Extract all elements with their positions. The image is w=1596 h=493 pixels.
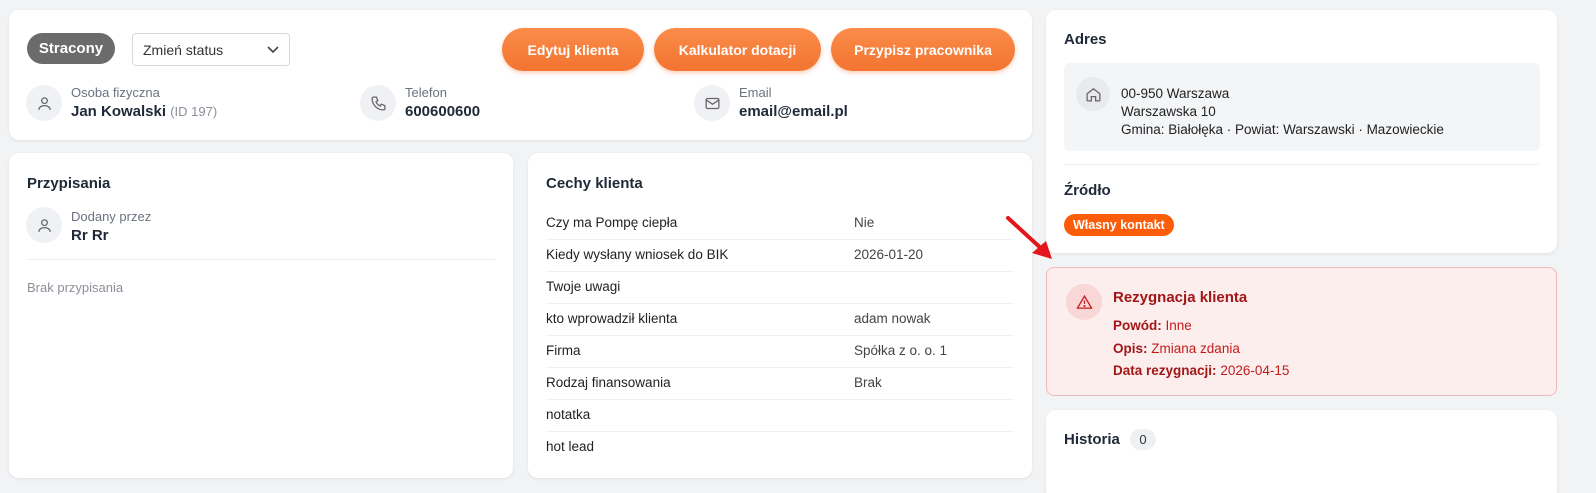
feature-row-divider <box>546 399 1014 400</box>
address-title: Adres <box>1064 31 1107 48</box>
feature-row-value: adam nowak <box>854 311 931 326</box>
assign-employee-button[interactable]: Przypisz pracownika <box>831 28 1015 71</box>
status-select[interactable]: Zmień status <box>132 33 290 66</box>
client-features-card: Cechy klienta Czy ma Pompę ciepła Nie Kied… <box>528 153 1032 478</box>
history-count-badge: 0 <box>1130 429 1156 450</box>
feature-row-label: notatka <box>546 407 591 422</box>
resignation-date-label: Data rezygnacji: <box>1113 363 1217 378</box>
email-value[interactable]: email@email.pl <box>739 103 848 120</box>
feature-row-label: Rodzaj finansowania <box>546 375 671 390</box>
resignation-desc-value: Zmiana zdania <box>1151 341 1240 356</box>
client-id: (ID 197) <box>170 104 218 119</box>
resignation-date: Data rezygnacji: 2026-04-15 <box>1113 363 1289 378</box>
feature-row-label: Kiedy wysłany wniosek do BIK <box>546 247 729 262</box>
edit-client-button[interactable]: Edytuj klienta <box>502 28 644 71</box>
feature-row-value: Brak <box>854 375 882 390</box>
address-line3: Gmina: Białołęka · Powiat: Warszawski · … <box>1121 122 1444 137</box>
feature-row-label: kto wprowadził klienta <box>546 311 678 326</box>
assignments-divider <box>27 259 495 260</box>
feature-row-label: Czy ma Pompę ciepła <box>546 215 678 230</box>
resignation-date-value: 2026-04-15 <box>1220 363 1290 378</box>
feature-row-label: Twoje uwagi <box>546 279 621 294</box>
added-by-label: Dodany przez <box>71 209 152 224</box>
feature-row-label: Firma <box>546 343 581 358</box>
status-select-value: Zmień status <box>143 41 224 58</box>
resignation-description: Opis: Zmiana zdania <box>1113 341 1240 356</box>
status-badge: Stracony <box>27 33 115 64</box>
feature-row-divider <box>546 239 1014 240</box>
resignation-reason-value: Inne <box>1165 318 1192 333</box>
history-card: Historia 0 <box>1046 410 1557 493</box>
client-name-text: Jan Kowalski <box>71 103 167 120</box>
address-divider <box>1064 164 1539 165</box>
resignation-reason-label: Powód: <box>1113 318 1162 333</box>
warning-icon <box>1066 284 1102 320</box>
client-name: Jan Kowalski (ID 197) <box>71 103 217 120</box>
history-title[interactable]: Historia <box>1064 431 1120 448</box>
phone-label: Telefon <box>405 85 447 100</box>
no-assignment-text: Brak przypisania <box>27 280 124 295</box>
resignation-desc-label: Opis: <box>1113 341 1148 356</box>
chevron-down-icon <box>267 45 279 53</box>
annotation-arrow-icon <box>1006 216 1052 259</box>
address-card: Adres 00-950 Warszawa Warszawska 10 Gmin… <box>1046 10 1557 253</box>
features-title: Cechy klienta <box>546 175 643 192</box>
client-header-card: Stracony Zmień status Edytuj klienta Kal… <box>9 10 1032 140</box>
resignation-reason: Powód: Inne <box>1113 318 1192 333</box>
resignation-title: Rezygnacja klienta <box>1113 289 1248 306</box>
home-icon <box>1076 77 1110 111</box>
subsidy-calculator-button[interactable]: Kalkulator dotacji <box>654 28 821 71</box>
user-icon <box>26 207 62 243</box>
assignments-card: Przypisania Dodany przez Rr Rr Brak przy… <box>9 153 513 478</box>
feature-row-divider <box>546 335 1014 336</box>
phone-icon <box>360 85 396 121</box>
feature-row-divider <box>546 303 1014 304</box>
mail-icon <box>694 85 730 121</box>
feature-row-value: Spółka z o. o. 1 <box>854 343 948 358</box>
feature-row-divider <box>546 367 1014 368</box>
added-by-value: Rr Rr <box>71 227 109 244</box>
user-icon <box>26 85 62 121</box>
assignments-title: Przypisania <box>27 175 111 192</box>
resignation-alert: Rezygnacja klienta Powód: Inne Opis: Zmi… <box>1046 267 1557 396</box>
source-title: Źródło <box>1064 182 1111 199</box>
feature-row-divider <box>546 431 1014 432</box>
address-line2: Warszawska 10 <box>1121 104 1216 119</box>
email-label: Email <box>739 85 772 100</box>
person-type-label: Osoba fizyczna <box>71 85 160 100</box>
feature-row-value: Nie <box>854 215 875 230</box>
source-badge: Własny kontakt <box>1064 214 1174 236</box>
feature-row-value: 2026-01-20 <box>854 247 924 262</box>
address-box: 00-950 Warszawa Warszawska 10 Gmina: Bia… <box>1064 63 1540 151</box>
feature-row-label: hot lead <box>546 439 595 454</box>
phone-value[interactable]: 600600600 <box>405 103 480 120</box>
feature-row-divider <box>546 271 1014 272</box>
address-line1: 00-950 Warszawa <box>1121 86 1230 101</box>
